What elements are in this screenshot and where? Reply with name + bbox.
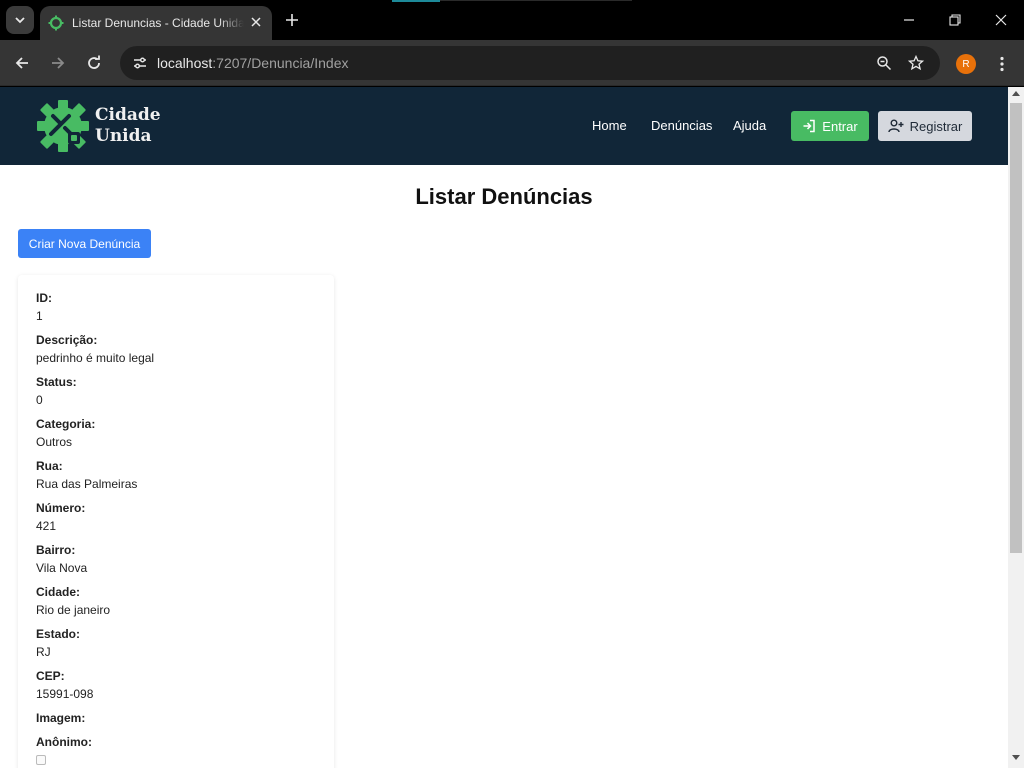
page-viewport: Cidade Unida Home Denúncias Ajuda Entrar…: [0, 87, 1008, 768]
field-value: 15991-098: [36, 687, 94, 701]
login-label: Entrar: [822, 118, 858, 134]
register-label: Registrar: [909, 118, 963, 134]
site-settings-icon[interactable]: [128, 51, 152, 75]
browser-tabstrip: Listar Denuncias - Cidade Unida: [0, 0, 1024, 40]
scroll-thumb[interactable]: [1010, 103, 1022, 553]
profile-avatar[interactable]: R: [956, 54, 976, 74]
logo-text: Cidade Unida: [95, 105, 161, 147]
field-label: Estado:: [36, 627, 81, 641]
field-value: Rio de janeiro: [36, 603, 111, 617]
browser-menu-icon[interactable]: [994, 52, 1010, 76]
field-value: RJ: [36, 645, 51, 659]
denuncia-card: ID: 1 Descrição: pedrinho é muito legal …: [18, 275, 334, 768]
page-scrollbar[interactable]: [1008, 87, 1024, 768]
field-value: 0: [36, 393, 43, 407]
browser-toolbar: localhost:7207/Denuncia/Index: [0, 40, 1024, 86]
field-label: Status:: [36, 375, 77, 389]
field-bairro: Bairro: Vila Nova: [36, 541, 87, 577]
new-tab-icon[interactable]: [282, 10, 302, 30]
site-logo[interactable]: Cidade Unida: [35, 98, 161, 154]
field-value: Vila Nova: [36, 561, 88, 575]
field-label: ID:: [36, 291, 52, 305]
field-label: Cidade:: [36, 585, 81, 599]
field-label: Rua:: [36, 459, 63, 473]
restore-icon[interactable]: [943, 8, 967, 32]
field-anonimo: Anônimo:: [36, 733, 92, 765]
nav-ajuda[interactable]: Ajuda: [733, 118, 766, 133]
field-label: Anônimo:: [36, 735, 92, 749]
field-id: ID: 1: [36, 289, 52, 325]
forward-arrow-icon[interactable]: [45, 50, 71, 76]
url-path: :7207/Denuncia/Index: [212, 55, 349, 71]
field-label: Bairro:: [36, 543, 76, 557]
field-label: Imagem:: [36, 711, 86, 725]
url-host: localhost: [157, 55, 213, 71]
nav-denuncias[interactable]: Denúncias: [651, 118, 712, 133]
close-tab-icon[interactable]: [248, 14, 264, 30]
field-rua: Rua: Rua das Palmeiras: [36, 457, 137, 493]
bookmark-star-icon[interactable]: [907, 54, 925, 72]
field-numero: Número: 421: [36, 499, 85, 535]
browser-tab-active[interactable]: Listar Denuncias - Cidade Unida: [40, 6, 272, 40]
url-text[interactable]: localhost:7207/Denuncia/Index: [157, 55, 348, 71]
site-header: Cidade Unida Home Denúncias Ajuda Entrar…: [0, 87, 1008, 165]
field-cidade: Cidade: Rio de janeiro: [36, 583, 110, 619]
field-label: Número:: [36, 501, 86, 515]
field-label: CEP:: [36, 669, 65, 683]
field-value: pedrinho é muito legal: [36, 351, 155, 365]
scroll-down-arrow-icon[interactable]: [1012, 755, 1020, 760]
register-button[interactable]: Registrar: [878, 111, 972, 141]
logo-line-2: Unida: [95, 126, 152, 146]
address-bar[interactable]: localhost:7207/Denuncia/Index: [120, 46, 940, 80]
field-value: 1: [36, 309, 43, 323]
nav-home[interactable]: Home: [592, 118, 627, 133]
field-categoria: Categoria: Outros: [36, 415, 95, 451]
field-imagem: Imagem:: [36, 709, 85, 727]
login-button[interactable]: Entrar: [791, 111, 869, 141]
anonymous-checkbox[interactable]: [36, 755, 46, 765]
field-descricao: Descrição: pedrinho é muito legal: [36, 331, 154, 367]
scroll-up-arrow-icon[interactable]: [1012, 91, 1020, 96]
zoom-icon[interactable]: [875, 54, 893, 72]
gear-tools-logo-icon: [37, 100, 89, 152]
field-value: Outros: [36, 435, 73, 449]
tab-search-button[interactable]: [6, 6, 34, 34]
chevron-down-icon: [15, 17, 25, 24]
tab-strip-line: [440, 0, 632, 1]
field-estado: Estado: RJ: [36, 625, 80, 661]
page-title: Listar Denúncias: [415, 184, 593, 209]
field-value: 421: [36, 519, 57, 533]
field-status: Status: 0: [36, 373, 77, 409]
back-arrow-icon[interactable]: [9, 50, 35, 76]
tab-title: Listar Denuncias - Cidade Unida: [72, 16, 244, 30]
field-label: Categoria:: [36, 417, 96, 431]
tab-indicator: [392, 0, 440, 2]
field-label: Descrição:: [36, 333, 98, 347]
login-icon: [803, 119, 816, 133]
logo-line-1: Cidade: [95, 105, 161, 125]
create-denuncia-button[interactable]: Criar Nova Denúncia: [18, 229, 151, 258]
minimize-icon[interactable]: [897, 8, 921, 32]
field-value: Rua das Palmeiras: [36, 477, 138, 491]
reload-icon[interactable]: [81, 50, 107, 76]
close-window-icon[interactable]: [989, 8, 1013, 32]
gear-wrench-favicon-icon: [48, 15, 64, 31]
user-plus-icon: [887, 119, 904, 133]
field-cep: CEP: 15991-098: [36, 667, 93, 703]
